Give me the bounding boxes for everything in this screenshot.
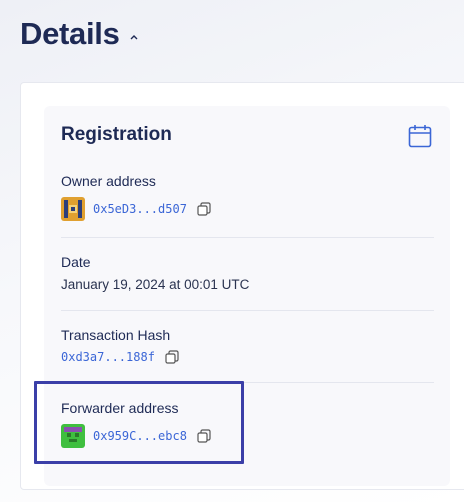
- divider: [61, 310, 434, 311]
- transaction-hash-link[interactable]: 0xd3a7...188f: [61, 350, 155, 364]
- owner-address-label: Owner address: [61, 173, 156, 189]
- copy-icon[interactable]: [197, 202, 211, 216]
- page-header: Details: [20, 16, 139, 52]
- transaction-hash-row: 0xd3a7...188f: [61, 350, 179, 364]
- date-value: January 19, 2024 at 00:01 UTC: [61, 277, 250, 292]
- section-title: Registration: [61, 124, 172, 145]
- owner-address-row: 0x5eD3...d507: [61, 197, 211, 221]
- date-label: Date: [61, 254, 91, 270]
- page-title: Details: [20, 16, 120, 51]
- divider: [61, 237, 434, 238]
- chevron-up-icon[interactable]: [129, 32, 139, 42]
- copy-icon[interactable]: [165, 350, 179, 364]
- owner-avatar: [61, 197, 85, 221]
- owner-address-link[interactable]: 0x5eD3...d507: [93, 202, 187, 216]
- transaction-hash-label: Transaction Hash: [61, 327, 171, 343]
- calendar-icon[interactable]: [408, 124, 432, 148]
- forwarder-highlight-box: [34, 381, 244, 464]
